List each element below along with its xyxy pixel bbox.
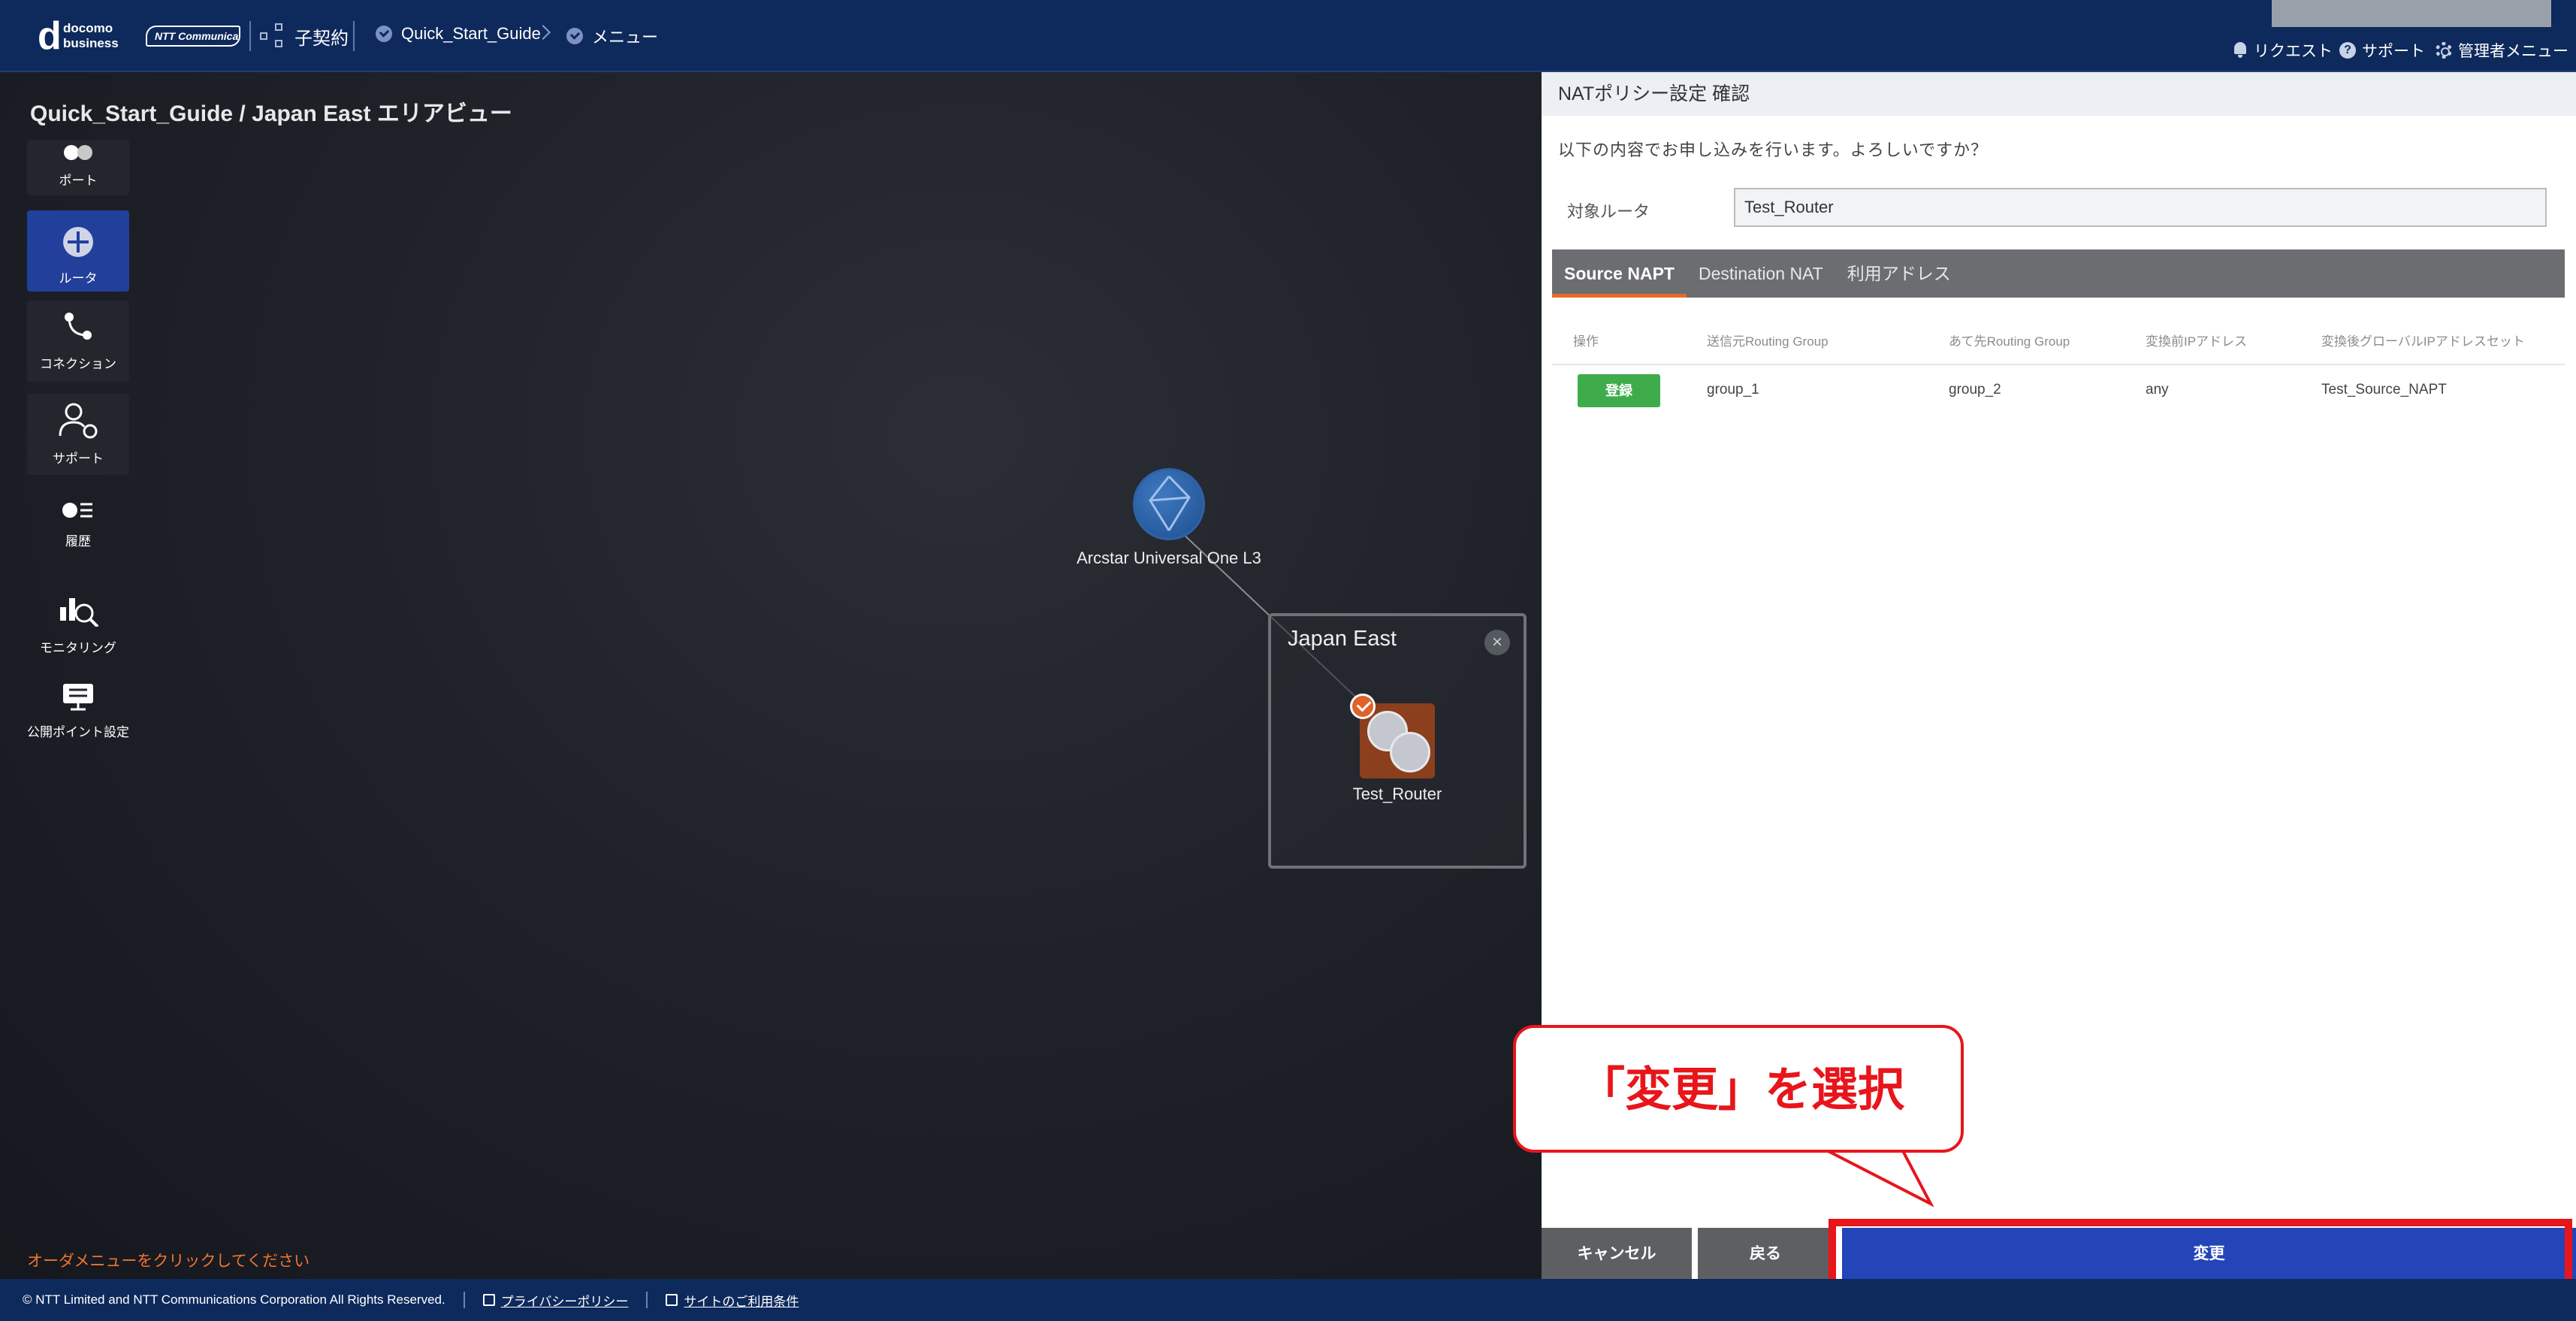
docomo-business-logo[interactable]: d docomo business (38, 17, 135, 56)
instruction-callout: 「変更」を選択 (1513, 1025, 1964, 1153)
user-info-bar (2272, 0, 2551, 27)
table-cell: Test_Source_NAPT (2321, 382, 2447, 398)
region-title: Japan East (1288, 627, 1397, 651)
top-header: d docomo business NTT Communications 子契約… (0, 0, 2576, 72)
copyright-text: © NTT Limited and NTT Communications Cor… (23, 1292, 445, 1307)
admin-menu-link[interactable]: 管理者メニュー (2436, 39, 2568, 62)
sub-contract-link[interactable]: 子契約 (260, 23, 349, 50)
callout-text: 「変更」を選択 (1578, 1064, 1904, 1116)
gear-icon (2436, 42, 2452, 59)
table-header: 送信元Routing Group (1707, 334, 1829, 349)
tab-usage-address[interactable]: 利用アドレス (1835, 249, 1963, 298)
header-divider (353, 21, 355, 51)
help-icon: ? (2339, 42, 2356, 59)
close-icon[interactable]: × (1484, 630, 1510, 655)
check-circle-icon (566, 28, 583, 44)
router-label: Test_Router (1352, 784, 1442, 803)
nat-tabs: Source NAPT Destination NAT 利用アドレス (1552, 249, 2565, 298)
table-cell: group_2 (1949, 382, 2001, 398)
breadcrumb-project[interactable]: Quick_Start_Guide (376, 24, 541, 44)
table-header: 操作 (1573, 334, 1599, 349)
table-header: あて先Routing Group (1949, 334, 2070, 349)
support-link[interactable]: ? サポート (2339, 39, 2425, 62)
table-header: 変換前IPアドレス (2146, 334, 2248, 349)
network-icon (260, 23, 287, 49)
change-button-highlight (1829, 1219, 2572, 1286)
header-divider (249, 21, 251, 51)
tab-source-napt[interactable]: Source NAPT (1552, 249, 1687, 298)
footer-divider (463, 1292, 465, 1308)
panel-title: NATポリシー設定 確認 (1542, 72, 2576, 116)
cloud-network-icon[interactable] (1133, 468, 1205, 540)
area-view-canvas[interactable]: Quick_Start_Guide / Japan East エリアビュー ポー… (0, 72, 1542, 1279)
router-icon (1390, 732, 1430, 772)
callout-tail (1819, 1147, 1934, 1207)
bell-icon (2233, 42, 2248, 59)
back-button[interactable]: 戻る (1698, 1228, 1833, 1280)
ntt-communications-logo: NTT Communications (146, 26, 240, 47)
request-link[interactable]: リクエスト (2233, 39, 2333, 62)
external-link-icon (482, 1294, 495, 1306)
check-circle-icon (376, 26, 392, 42)
selected-check-icon (1350, 694, 1376, 719)
terms-of-use-link[interactable]: サイトのご利用条件 (666, 1291, 799, 1310)
cloud-network-label: Arcstar Universal One L3 (1077, 549, 1261, 567)
confirm-message: 以下の内容でお申し込みを行います。よろしいですか？ (1558, 141, 1989, 159)
cancel-button[interactable]: キャンセル (1542, 1228, 1692, 1280)
target-router-label: 対象ルータ (1567, 202, 1650, 221)
table-cell: group_1 (1707, 382, 1759, 398)
footer-divider (646, 1292, 648, 1308)
footer: © NTT Limited and NTT Communications Cor… (0, 1279, 2576, 1321)
table-divider (1552, 364, 2565, 365)
privacy-policy-link[interactable]: プライバシーポリシー (482, 1291, 628, 1310)
order-hint-text: オーダメニューをクリックしてください (27, 1253, 310, 1270)
sub-contract-label: 子契約 (294, 28, 349, 49)
external-link-icon (666, 1294, 678, 1306)
table-header: 変換後グローバルIPアドレスセット (2321, 334, 2525, 349)
register-badge: 登録 (1578, 374, 1660, 407)
tab-destination-nat[interactable]: Destination NAT (1687, 249, 1835, 298)
breadcrumb-menu[interactable]: メニュー (566, 24, 658, 48)
target-router-field: Test_Router (1734, 188, 2547, 227)
table-cell: any (2146, 382, 2169, 398)
